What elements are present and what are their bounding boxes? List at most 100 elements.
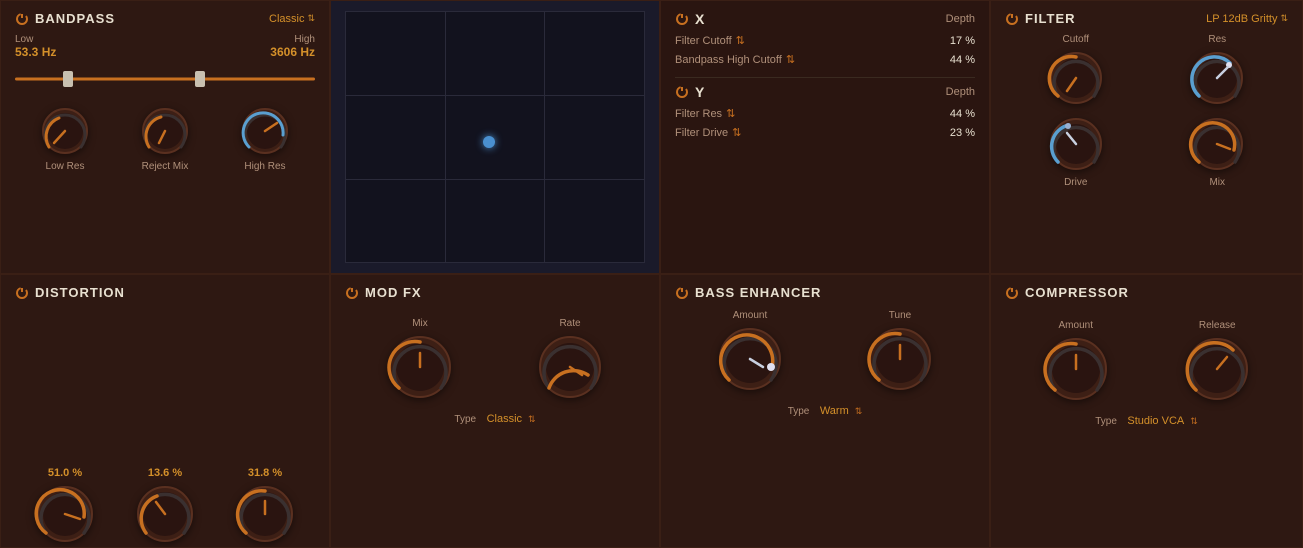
bandpass-power-icon[interactable] (15, 12, 29, 26)
bass-knobs: Amount Tune (675, 310, 975, 393)
modfx-power-icon[interactable] (345, 286, 359, 300)
comp-type-value[interactable]: Studio VCA ⇅ (1127, 415, 1197, 427)
filter-title: FILTER (1005, 11, 1076, 26)
xy-filter-drive-row: Filter Drive ⇅ 23 % (675, 123, 975, 142)
comp-release-knob[interactable] (1183, 335, 1251, 403)
modfx-header: MOD FX (345, 285, 645, 300)
xy-filter-res-row: Filter Res ⇅ 44 % (675, 104, 975, 123)
high-freq: High 3606 Hz (270, 34, 315, 59)
modfx-title: MOD FX (345, 285, 422, 300)
bass-amount-container: Amount (716, 310, 784, 393)
dirt-container: 31.8 % Dirt ⇅ (234, 467, 296, 548)
low-res-knob-container: Low Res (39, 105, 91, 172)
grid-v1 (445, 12, 446, 262)
bit-crush-knob[interactable] (34, 483, 96, 545)
modfx-mix-container: Mix (386, 318, 454, 401)
filter-panel: FILTER LP 12dB Gritty ⇅ Cutoff Res (990, 0, 1303, 274)
bandpass-type-chevron: ⇅ (307, 13, 315, 24)
filter-type[interactable]: LP 12dB Gritty ⇅ (1206, 13, 1288, 25)
distortion-knobs: 51.0 % Bit Crush ⇅ 13.6 % (15, 308, 315, 548)
low-freq: Low 53.3 Hz (15, 34, 56, 59)
xy-x-section: X Depth Filter Cutoff ⇅ 17 % Bandpass Hi… (675, 11, 975, 69)
low-res-knob[interactable] (39, 105, 91, 157)
bandpass-knobs-row: Low Res Reject Mix (15, 105, 315, 172)
filter-res-container: Res (1188, 34, 1246, 107)
filter-knobs-bottom: Drive Mix (1005, 115, 1288, 188)
modfx-mix-knob[interactable] (386, 333, 454, 401)
bass-type-value[interactable]: Warm ⇅ (820, 405, 862, 417)
modfx-panel: MOD FX Mix Rate (330, 274, 660, 548)
high-res-knob-container: High Res (239, 105, 291, 172)
slider-handle-low[interactable] (63, 71, 73, 87)
compressor-header: COMPRESSOR (1005, 285, 1288, 300)
bass-enhancer-panel: BASS ENHANCER Amount Tune (660, 274, 990, 548)
comp-amount-knob[interactable] (1042, 335, 1110, 403)
xy-controller-panel: X Depth Filter Cutoff ⇅ 17 % Bandpass Hi… (660, 0, 990, 274)
high-res-knob[interactable] (239, 105, 291, 157)
xy-dot[interactable] (483, 136, 495, 148)
distortion-panel: DISTORTION 51.0 % Bit Crush ⇅ 13.6 (0, 274, 330, 548)
bass-enhancer-title: BASS ENHANCER (675, 285, 821, 300)
freq-row: Low 53.3 Hz High 3606 Hz (15, 34, 315, 59)
xy-y-header: Y Depth (675, 84, 975, 100)
xy-y-power-icon[interactable] (675, 85, 689, 99)
filter-header: FILTER LP 12dB Gritty ⇅ (1005, 11, 1288, 26)
modfx-type-value[interactable]: Classic ⇅ (487, 413, 536, 425)
grid-v2 (544, 12, 545, 262)
modfx-rate-container: Rate (536, 318, 604, 401)
filter-res-knob[interactable] (1188, 49, 1246, 107)
bandpass-panel: BANDPASS Classic ⇅ Low 53.3 Hz High 3606… (0, 0, 330, 274)
filter-cutoff-knob[interactable] (1047, 49, 1105, 107)
slider-handle-high[interactable] (195, 71, 205, 87)
compressor-panel: COMPRESSOR Amount Release (990, 274, 1303, 548)
grid-h1 (346, 95, 644, 96)
distortion-title: DISTORTION (15, 285, 125, 300)
filter-mix-knob[interactable] (1188, 115, 1246, 173)
comp-amount-container: Amount (1042, 320, 1110, 403)
distortion-header: DISTORTION (15, 285, 315, 300)
xy-x-power-icon[interactable] (675, 12, 689, 26)
grit-knob[interactable] (134, 483, 196, 545)
bandpass-type[interactable]: Classic ⇅ (269, 13, 315, 25)
compressor-power-icon[interactable] (1005, 286, 1019, 300)
modfx-type-row: Type Classic ⇅ (345, 409, 645, 427)
xy-pad-panel (330, 0, 660, 274)
bandpass-title: BANDPASS (15, 11, 115, 26)
bandpass-label: BANDPASS (35, 11, 115, 26)
filter-cutoff-container: Cutoff (1047, 34, 1105, 107)
main-grid: BANDPASS Classic ⇅ Low 53.3 Hz High 3606… (0, 0, 1303, 548)
xy-pad[interactable] (345, 11, 645, 263)
comp-release-container: Release (1183, 320, 1251, 403)
bass-type-row: Type Warm ⇅ (675, 401, 975, 419)
bandpass-slider[interactable] (15, 69, 315, 89)
filter-type-chevron: ⇅ (1280, 13, 1288, 24)
compressor-title: COMPRESSOR (1005, 285, 1129, 300)
xy-y-section: Y Depth Filter Res ⇅ 44 % Filter Drive ⇅… (675, 84, 975, 142)
distortion-power-icon[interactable] (15, 286, 29, 300)
bass-tune-container: Tune (866, 310, 934, 393)
modfx-rate-knob[interactable] (536, 333, 604, 401)
xy-divider (675, 77, 975, 78)
filter-power-icon[interactable] (1005, 12, 1019, 26)
bass-amount-knob[interactable] (716, 325, 784, 393)
filter-drive-knob[interactable] (1047, 115, 1105, 173)
filter-drive-container: Drive (1047, 115, 1105, 188)
xy-bandpass-cutoff-row: Bandpass High Cutoff ⇅ 44 % (675, 50, 975, 69)
grit-container: 13.6 % Grit ⇅ (134, 467, 196, 548)
compressor-knobs: Amount Release (1005, 310, 1288, 403)
slider-track (15, 78, 315, 81)
xy-x-header: X Depth (675, 11, 975, 27)
bandpass-controls: Low 53.3 Hz High 3606 Hz (15, 34, 315, 172)
reject-mix-knob[interactable] (139, 105, 191, 157)
bass-tune-knob[interactable] (866, 325, 934, 393)
xy-filter-cutoff-row: Filter Cutoff ⇅ 17 % (675, 31, 975, 50)
filter-knobs-top: Cutoff Res (1005, 34, 1288, 107)
reject-mix-knob-container: Reject Mix (139, 105, 191, 172)
modfx-knobs: Mix Rate (345, 308, 645, 401)
grid-h2 (346, 179, 644, 180)
bass-enhancer-power-icon[interactable] (675, 286, 689, 300)
bass-enhancer-header: BASS ENHANCER (675, 285, 975, 300)
filter-mix-container: Mix (1188, 115, 1246, 188)
dirt-knob[interactable] (234, 483, 296, 545)
comp-type-row: Type Studio VCA ⇅ (1005, 411, 1288, 429)
